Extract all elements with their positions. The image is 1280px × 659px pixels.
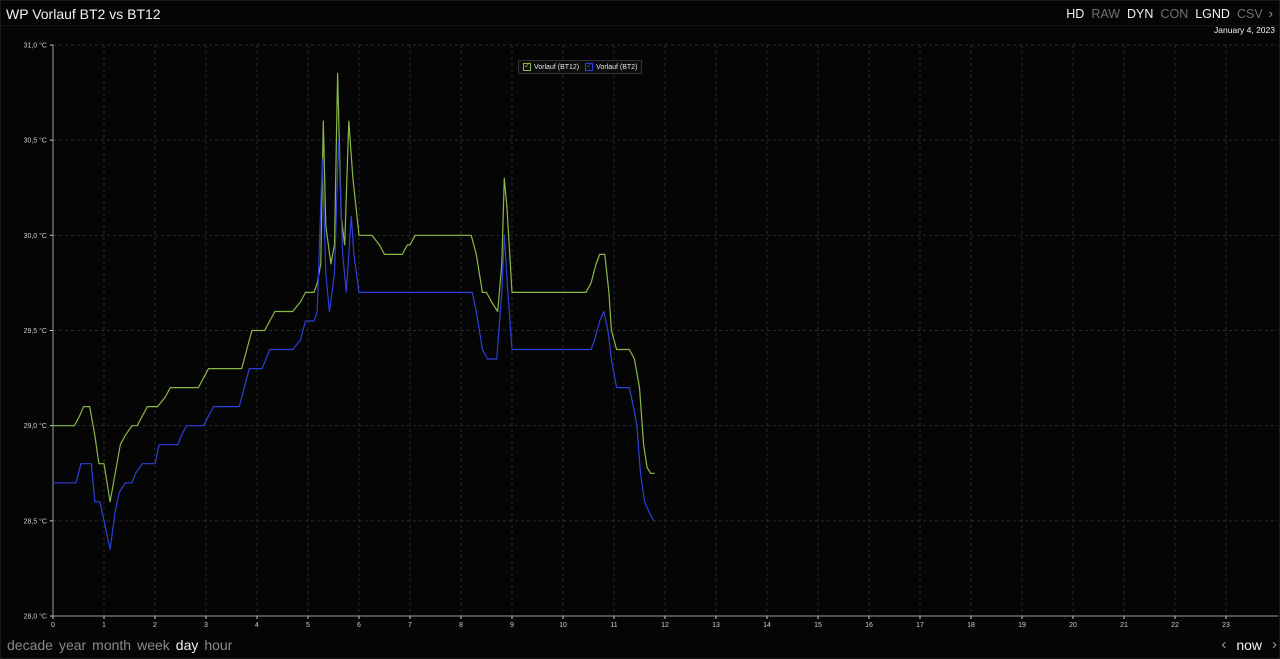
x-tick-label: 1 [102, 622, 106, 629]
x-tick-label: 7 [408, 622, 412, 629]
x-tick-label: 19 [1018, 622, 1026, 629]
chart-window: WP Vorlauf BT2 vs BT12 HD RAW DYN CON LG… [0, 0, 1280, 659]
checkbox-icon[interactable] [523, 61, 531, 71]
chevron-left-icon[interactable]: ‹ [1221, 636, 1226, 653]
series-line-bt12 [53, 72, 655, 503]
time-range-selector: decade year month week day hour [7, 637, 232, 653]
legend-item-bt12[interactable]: Vorlauf (BT12) [523, 61, 580, 71]
x-tick-label: 18 [967, 622, 975, 629]
y-tick-label: 29,0 °C [24, 422, 47, 430]
range-week[interactable]: week [137, 637, 170, 653]
x-tick-label: 17 [916, 622, 924, 629]
x-tick-label: 15 [814, 622, 822, 629]
y-tick-label: 30,0 °C [24, 232, 47, 240]
legend-item-bt2[interactable]: Vorlauf (BT2) [585, 61, 638, 71]
series-lines [53, 72, 655, 550]
time-navigation: ‹ now › [1221, 636, 1277, 653]
range-month[interactable]: month [92, 637, 131, 653]
x-tick-label: 21 [1120, 622, 1128, 629]
range-year[interactable]: year [59, 637, 86, 653]
x-tick-label: 12 [661, 622, 669, 629]
line-chart: 0 1 2 3 4 5 6 7 8 9 10 11 12 13 14 15 16 17 18 19 20 21 22 2328… [24, 42, 1278, 629]
x-tick-label: 0 [51, 622, 55, 629]
x-tick-label: 3 [204, 622, 208, 629]
x-tick-label: 5 [306, 622, 310, 629]
y-tick-label: 31,0 °C [24, 42, 47, 50]
y-tick-label: 28,5 °C [24, 517, 47, 525]
x-tick-label: 4 [255, 622, 259, 629]
chevron-right-icon[interactable]: › [1272, 636, 1277, 653]
series-line-bt2 [53, 139, 655, 550]
y-tick-label: 30,5 °C [24, 137, 47, 145]
x-tick-label: 6 [357, 622, 361, 629]
chart-legend: Vorlauf (BT12) Vorlauf (BT2) [518, 60, 643, 74]
range-hour[interactable]: hour [204, 637, 232, 653]
x-tick-label: 22 [1171, 622, 1179, 629]
y-tick-label: 29,5 °C [24, 327, 47, 335]
x-tick-label: 13 [712, 622, 720, 629]
grid-lines [53, 44, 1278, 616]
x-tick-label: 14 [763, 622, 771, 629]
range-decade[interactable]: decade [7, 637, 53, 653]
axes: 0 1 2 3 4 5 6 7 8 9 10 11 12 13 14 15 16 17 18 19 20 21 22 2328… [24, 42, 1278, 629]
x-tick-label: 20 [1069, 622, 1077, 629]
legend-label-bt2: Vorlauf (BT2) [596, 63, 638, 71]
x-tick-label: 10 [559, 622, 567, 629]
legend-label-bt12: Vorlauf (BT12) [534, 63, 580, 71]
checkbox-icon[interactable] [585, 61, 594, 71]
now-button[interactable]: now [1236, 637, 1262, 653]
y-tick-label: 28,0 °C [24, 613, 47, 621]
x-tick-label: 23 [1222, 622, 1230, 629]
x-tick-label: 16 [865, 622, 873, 629]
x-tick-label: 9 [510, 622, 514, 629]
x-tick-label: 8 [459, 622, 463, 629]
x-tick-label: 11 [610, 622, 617, 629]
range-day[interactable]: day [176, 637, 199, 653]
x-tick-label: 2 [153, 622, 157, 629]
